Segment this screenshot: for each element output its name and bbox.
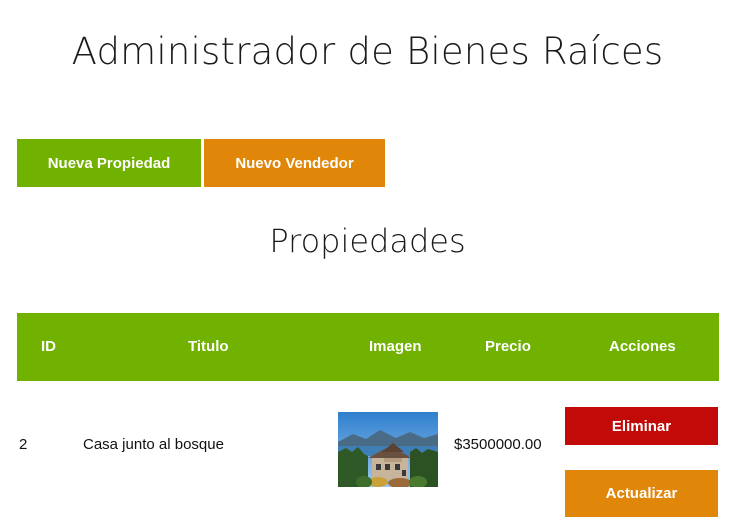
delete-button[interactable]: Eliminar (565, 407, 718, 445)
section-title: Propiedades (269, 222, 466, 260)
column-header-title: Titulo (188, 338, 229, 355)
property-image (338, 412, 438, 487)
cell-id: 2 (19, 436, 28, 453)
column-header-image: Imagen (369, 338, 422, 355)
table-header: ID Titulo Imagen Precio Acciones (17, 313, 719, 381)
new-seller-button[interactable]: Nuevo Vendedor (204, 139, 385, 187)
cell-title: Casa junto al bosque (83, 436, 224, 453)
column-header-price: Precio (485, 338, 531, 355)
column-header-id: ID (41, 338, 56, 355)
update-button[interactable]: Actualizar (565, 470, 718, 517)
column-header-actions: Acciones (609, 338, 676, 355)
page-title: Administrador de Bienes Raíces (71, 30, 664, 73)
house-lake-photo-icon (338, 412, 438, 487)
cell-price: $3500000.00 (454, 436, 542, 453)
new-property-button[interactable]: Nueva Propiedad (17, 139, 201, 187)
